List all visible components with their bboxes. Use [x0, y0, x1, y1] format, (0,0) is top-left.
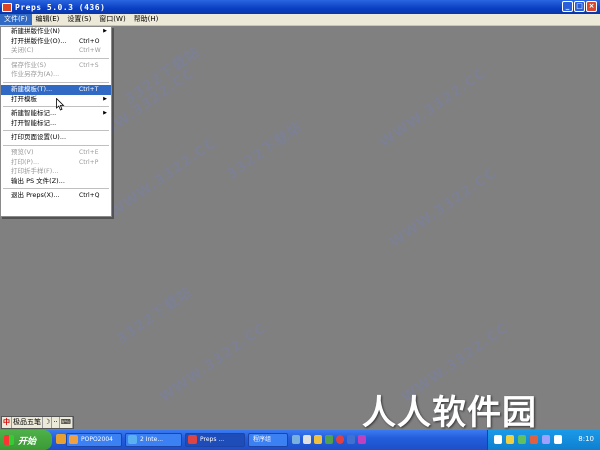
app-icon[interactable]	[292, 435, 300, 444]
menu-item-open-smart-mark[interactable]: 打开智能标记...	[1, 119, 111, 129]
maximize-button[interactable]: □	[574, 1, 585, 12]
title-bar: Preps 5.0.3 (436) _ □ ×	[0, 0, 600, 14]
menu-separator	[3, 130, 109, 132]
menu-separator	[3, 144, 109, 146]
taskbar: 开始 POPO2004 2 Inte... Preps ... 程序组 8:10	[0, 430, 600, 450]
clock: 8:10	[578, 435, 594, 443]
ime-logo-icon: 中	[3, 417, 12, 428]
menu-item-page-setup[interactable]: 打印页面设置(U)...	[1, 133, 111, 143]
menu-item-save-job[interactable]: 保存作业(S) Ctrl+S	[1, 61, 111, 71]
preps-icon	[188, 435, 197, 444]
taskbar-item-programs[interactable]: 程序组	[248, 433, 288, 447]
app-icon[interactable]	[314, 435, 322, 444]
tray-icon[interactable]	[494, 435, 502, 444]
menu-item-new-job[interactable]: 新建拼版作业(N) ▶	[1, 27, 111, 37]
menu-settings[interactable]: 设置(S)	[63, 14, 95, 25]
menu-bar: 文件(F) 编辑(E) 设置(S) 窗口(W) 帮助(H)	[0, 14, 600, 26]
app-icon[interactable]	[358, 435, 366, 444]
ime-toolbar[interactable]: 中 极品五笔 ☽ ·· ⌨	[1, 416, 74, 429]
brand-watermark: 人人软件园	[362, 393, 537, 433]
menu-edit[interactable]: 编辑(E)	[32, 14, 64, 25]
start-button[interactable]: 开始	[0, 430, 52, 450]
menu-item-print[interactable]: 打印(P)... Ctrl+P	[1, 158, 111, 168]
ime-moon-icon[interactable]: ☽	[43, 417, 53, 428]
menu-item-output-ps[interactable]: 输出 PS 文件(Z)...	[1, 177, 111, 187]
taskbar-item-ie[interactable]: 2 Inte...	[125, 433, 182, 447]
app-icon[interactable]	[303, 435, 311, 444]
submenu-arrow-icon: ▶	[103, 95, 107, 102]
windows-logo-icon	[4, 435, 14, 445]
menu-item-exit[interactable]: 退出 Preps(X)... Ctrl+Q	[1, 191, 111, 201]
tray-icon[interactable]	[530, 435, 538, 444]
menu-item-close[interactable]: 关闭(C) Ctrl+W	[1, 46, 111, 56]
ime-punctuation-icon[interactable]: ··	[52, 417, 60, 428]
volume-icon[interactable]	[554, 435, 562, 444]
ie-icon	[128, 435, 137, 444]
taskbar-item-popo[interactable]: POPO2004	[66, 433, 122, 447]
submenu-arrow-icon: ▶	[103, 28, 107, 34]
menu-item-new-template[interactable]: 新建模板(T)... Ctrl+T	[1, 84, 111, 95]
file-menu-dropdown: 新建拼版作业(N) ▶ 打开拼版作业(O)... Ctrl+O 关闭(C) Ctrl+…	[0, 26, 112, 217]
close-button[interactable]: ×	[586, 1, 597, 12]
menu-separator	[3, 57, 109, 59]
menu-item-save-job-as[interactable]: 作业另存为(A)...	[1, 70, 111, 80]
system-tray: 8:10	[487, 430, 600, 450]
app-icon[interactable]	[325, 435, 333, 444]
menu-window[interactable]: 窗口(W)	[95, 14, 129, 25]
menu-separator	[3, 81, 109, 83]
ime-keyboard-icon[interactable]: ⌨	[60, 417, 73, 428]
menu-item-preview[interactable]: 预览(V) Ctrl+E	[1, 148, 111, 158]
menu-item-open-job[interactable]: 打开拼版作业(O)... Ctrl+O	[1, 37, 111, 47]
minimize-button[interactable]: _	[562, 1, 573, 12]
tray-icon[interactable]	[518, 435, 526, 444]
taskbar-item-preps[interactable]: Preps ...	[185, 433, 245, 447]
start-label: 开始	[18, 436, 37, 447]
submenu-arrow-icon: ▶	[103, 110, 107, 117]
ime-name[interactable]: 极品五笔	[12, 417, 43, 428]
menu-item-print-folding[interactable]: 打印折手样(F)...	[1, 167, 111, 177]
menu-help[interactable]: 帮助(H)	[130, 14, 163, 25]
app-icon[interactable]	[336, 435, 344, 444]
tray-icon[interactable]	[506, 435, 514, 444]
popo-icon	[69, 435, 78, 444]
window-title: Preps 5.0.3 (436)	[15, 2, 106, 12]
menu-separator	[3, 188, 109, 190]
quicklaunch-icon[interactable]	[56, 434, 66, 444]
mouse-cursor-icon	[56, 98, 65, 111]
tray-icon[interactable]	[542, 435, 550, 444]
app-icon	[2, 2, 12, 12]
menu-file[interactable]: 文件(F)	[0, 14, 32, 25]
app-icon[interactable]	[347, 435, 355, 444]
